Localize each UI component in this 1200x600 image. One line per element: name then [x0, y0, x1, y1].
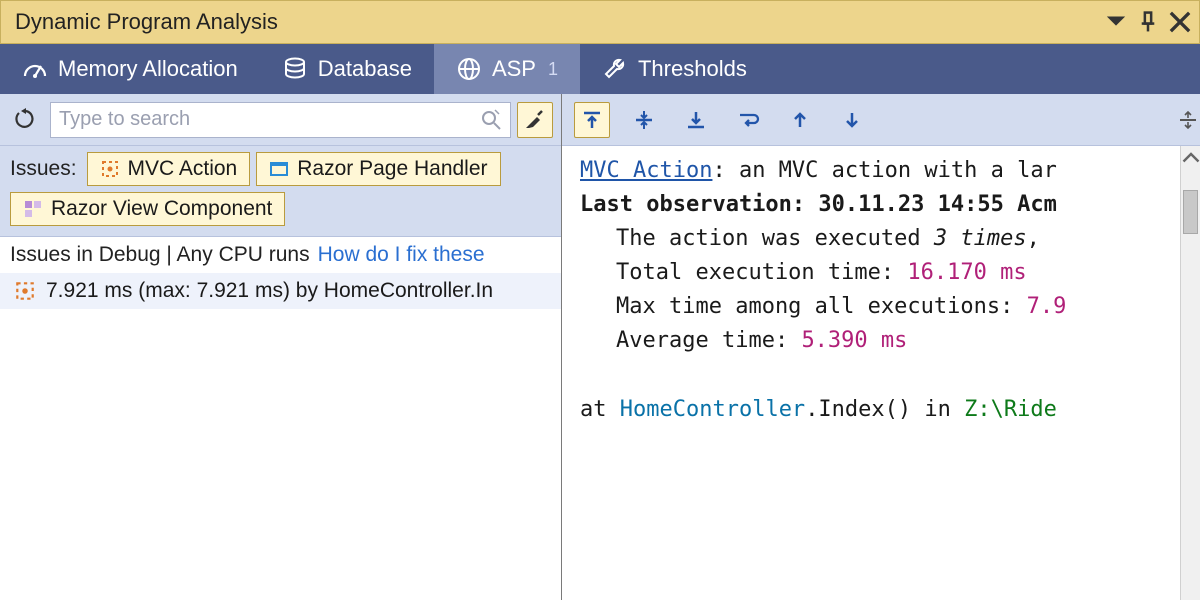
avg-time-value: 5.390 ms: [801, 328, 907, 353]
wrench-icon: [602, 56, 628, 82]
left-toolbar: [0, 94, 561, 146]
mvc-action-icon: [100, 159, 120, 179]
issue-row[interactable]: 7.921 ms (max: 7.921 ms) by HomeControll…: [0, 273, 561, 309]
tab-thresholds[interactable]: Thresholds: [580, 44, 769, 94]
mvc-action-icon: [14, 280, 36, 302]
help-link[interactable]: How do I fix these: [318, 243, 485, 267]
issues-list-header: Issues in Debug | Any CPU runs How do I …: [0, 237, 561, 273]
right-toolbar: [562, 94, 1200, 146]
issue-filter-row: Issues: MVC Action Razor Page Handler Ra…: [0, 146, 561, 237]
pin-icon[interactable]: [1137, 11, 1159, 33]
issues-label: Issues:: [10, 157, 77, 181]
chip-razor-page-handler[interactable]: Razor Page Handler: [256, 152, 500, 186]
expand-up-button[interactable]: [574, 102, 610, 138]
dropdown-icon[interactable]: [1105, 11, 1127, 33]
tab-database[interactable]: Database: [260, 44, 434, 94]
avg-time-label: Average time:: [616, 328, 801, 353]
database-icon: [282, 56, 308, 82]
gauge-icon: [22, 56, 48, 82]
exec-count-prefix: The action was executed: [616, 226, 934, 251]
window-title: Dynamic Program Analysis: [15, 9, 278, 35]
chip-mvc-action[interactable]: MVC Action: [87, 152, 251, 186]
total-time-label: Total execution time:: [616, 260, 907, 285]
max-time-value: 7.9: [1027, 294, 1067, 319]
chip-razor-view-component[interactable]: Razor View Component: [10, 192, 285, 226]
close-icon[interactable]: [1169, 11, 1191, 33]
exec-count-suffix: ,: [1027, 226, 1040, 251]
scroll-thumb[interactable]: [1183, 190, 1198, 234]
stack-at: at: [580, 397, 620, 422]
globe-icon: [456, 56, 482, 82]
mvc-desc-text: : an MVC action with a lar: [712, 158, 1056, 183]
chip-label: MVC Action: [128, 157, 238, 181]
nav-up-button[interactable]: [782, 102, 818, 138]
split-handle-icon[interactable]: [1178, 110, 1198, 130]
chip-label: Razor Page Handler: [297, 157, 487, 181]
left-pane: Issues: MVC Action Razor Page Handler Ra…: [0, 94, 562, 600]
scroll-up-arrow[interactable]: [1181, 146, 1200, 168]
refresh-button[interactable]: [8, 102, 44, 138]
tab-label: Database: [318, 56, 412, 82]
search-icon: [480, 109, 502, 131]
stack-method: .Index(): [805, 397, 911, 422]
mvc-action-link[interactable]: MVC Action: [580, 158, 712, 183]
titlebar: Dynamic Program Analysis: [0, 0, 1200, 44]
tab-label: Memory Allocation: [58, 56, 238, 82]
razor-component-icon: [23, 199, 43, 219]
total-time-value: 16.170 ms: [907, 260, 1026, 285]
expand-down-button[interactable]: [678, 102, 714, 138]
tab-label: ASP: [492, 56, 536, 82]
tab-strip: Memory Allocation Database ASP 1 Thresho…: [0, 44, 1200, 94]
max-time-label: Max time among all executions:: [616, 294, 1027, 319]
split-container: Issues: MVC Action Razor Page Handler Ra…: [0, 94, 1200, 600]
search-input[interactable]: [59, 108, 480, 131]
stack-type: HomeController: [620, 397, 805, 422]
stack-in: in: [911, 397, 964, 422]
chip-label: Razor View Component: [51, 197, 272, 221]
list-header-text: Issues in Debug | Any CPU runs: [10, 243, 310, 267]
issue-detail: MVC Action: an MVC action with a lar Las…: [562, 146, 1200, 435]
exec-count: 3 times: [934, 226, 1027, 251]
tab-memory-allocation[interactable]: Memory Allocation: [0, 44, 260, 94]
stack-path: Z:\Ride: [964, 397, 1057, 422]
issue-text: 7.921 ms (max: 7.921 ms) by HomeControll…: [46, 279, 493, 303]
razor-page-icon: [269, 159, 289, 179]
right-pane: MVC Action: an MVC action with a lar Las…: [562, 94, 1200, 600]
search-box[interactable]: [50, 102, 511, 138]
highlight-toggle[interactable]: [517, 102, 553, 138]
collapse-in-button[interactable]: [626, 102, 662, 138]
nav-down-button[interactable]: [834, 102, 870, 138]
vertical-scrollbar[interactable]: [1180, 146, 1200, 600]
titlebar-controls: [1105, 11, 1191, 33]
last-observation-label: Last observation:: [580, 192, 818, 217]
tab-badge: 1: [548, 59, 558, 80]
tab-label: Thresholds: [638, 56, 747, 82]
last-observation-value: 30.11.23 14:55 Acm: [818, 192, 1056, 217]
tab-asp[interactable]: ASP 1: [434, 44, 580, 94]
wrap-toggle[interactable]: [730, 102, 766, 138]
